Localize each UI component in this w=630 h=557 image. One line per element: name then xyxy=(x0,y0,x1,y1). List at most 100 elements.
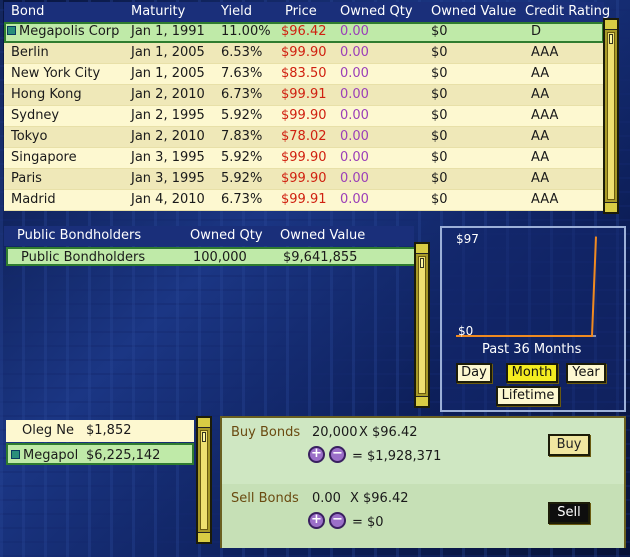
bond-yield: 5.92% xyxy=(221,171,263,186)
bond-credit-rating: AAA xyxy=(531,45,559,60)
bond-maturity: Jan 3, 1995 xyxy=(131,171,205,186)
scroll-track[interactable] xyxy=(200,430,208,530)
col-credit-rating[interactable]: Credit Rating xyxy=(525,4,610,19)
bond-owned-qty: 0.00 xyxy=(340,87,369,102)
buy-decrease-icon[interactable]: − xyxy=(329,446,346,463)
bond-price: $99.90 xyxy=(281,45,327,60)
col-price[interactable]: Price xyxy=(285,4,317,19)
col-maturity[interactable]: Maturity xyxy=(131,4,185,19)
sell-decrease-icon[interactable]: − xyxy=(329,512,346,529)
bond-row[interactable]: Hong Kong Jan 2, 2010 6.73% $99.91 0.00 $0 AA xyxy=(4,85,604,106)
bond-owned-value: $0 xyxy=(431,87,448,102)
bond-row[interactable]: Sydney Jan 2, 1995 5.92% $99.90 0.00 $0 AAA xyxy=(4,106,604,127)
col-owned-value[interactable]: Owned Value xyxy=(431,4,516,19)
bond-owned-value: $0 xyxy=(431,45,448,60)
bondholder-row[interactable]: Public Bondholders 100,000 $9,641,855 xyxy=(6,247,416,266)
bond-maturity: Jan 1, 2005 xyxy=(131,45,205,60)
bond-owned-qty: 0.00 xyxy=(340,24,369,39)
bond-name: Hong Kong xyxy=(11,87,82,102)
bond-row[interactable]: Megapolis Corp Jan 1, 1991 11.00% $96.42 0.0… xyxy=(4,22,604,43)
sell-section: Sell Bonds 0.00 X $96.42 + − = $0 Sell xyxy=(222,484,624,548)
bond-credit-rating: D xyxy=(531,24,542,39)
scroll-up-icon[interactable] xyxy=(416,244,428,254)
scroll-down-icon[interactable] xyxy=(416,396,428,406)
city-flag-icon xyxy=(11,450,20,459)
range-lifetime-button[interactable]: Lifetime xyxy=(496,386,560,406)
bond-owned-value: $0 xyxy=(431,192,448,207)
buy-price: $96.42 xyxy=(372,425,418,440)
scroll-down-icon[interactable] xyxy=(198,532,210,542)
holder-name: Public Bondholders xyxy=(21,250,146,265)
bond-maturity: Jan 1, 2005 xyxy=(131,66,205,81)
buy-qty: 20,000 xyxy=(312,425,358,440)
scroll-down-icon[interactable] xyxy=(605,202,617,212)
range-year-button[interactable]: Year xyxy=(566,363,606,383)
scroll-track[interactable] xyxy=(607,32,615,200)
bond-owned-qty: 0.00 xyxy=(340,66,369,81)
bond-yield: 5.92% xyxy=(221,108,263,123)
bond-yield: 5.92% xyxy=(221,150,263,165)
bond-price: $99.90 xyxy=(281,108,327,123)
bond-credit-rating: AAA xyxy=(531,192,559,207)
bond-row[interactable]: Paris Jan 3, 1995 5.92% $99.90 0.00 $0 AA xyxy=(4,169,604,190)
scroll-up-icon[interactable] xyxy=(605,20,617,30)
bond-table-scrollbar[interactable] xyxy=(603,18,619,214)
bond-credit-rating: AA xyxy=(531,171,550,186)
scroll-thumb[interactable] xyxy=(609,34,613,44)
bond-maturity: Jan 3, 1995 xyxy=(131,150,205,165)
bond-table: Bond Maturity Yield Price Owned Qty Owne… xyxy=(4,2,626,214)
col-bond[interactable]: Bond xyxy=(11,4,44,19)
col-owned-qty[interactable]: Owned Qty xyxy=(340,4,413,19)
bond-name: Sydney xyxy=(11,108,60,123)
range-day-button[interactable]: Day xyxy=(456,363,492,383)
chart-max-label: $97 xyxy=(456,232,479,246)
player-row-megapol[interactable]: Megapol $6,225,142 xyxy=(6,443,194,465)
bond-price: $99.90 xyxy=(281,150,327,165)
bond-yield: 11.00% xyxy=(221,24,271,39)
price-graph: $97 $0 Past 36 Months Day Month Year Lif… xyxy=(440,226,626,412)
bond-row[interactable]: Berlin Jan 1, 2005 6.53% $99.90 0.00 $0 AAA xyxy=(4,43,604,64)
bondholders-header: Public Bondholders Owned Qty Owned Value xyxy=(4,226,414,246)
scroll-up-icon[interactable] xyxy=(198,418,210,428)
scroll-thumb[interactable] xyxy=(420,258,424,268)
sell-qty: 0.00 xyxy=(312,491,341,506)
player-name: Oleg Ne xyxy=(22,423,74,438)
bond-price: $99.91 xyxy=(281,192,327,207)
bond-yield: 6.73% xyxy=(221,192,263,207)
bond-owned-qty: 0.00 xyxy=(340,171,369,186)
bond-credit-rating: AAA xyxy=(531,108,559,123)
bondholders-list: Public Bondholders Owned Qty Owned Value… xyxy=(4,226,432,408)
buy-button[interactable]: Buy xyxy=(548,434,590,456)
player-row-oleg[interactable]: Oleg Ne $1,852 xyxy=(6,420,194,442)
bond-owned-qty: 0.00 xyxy=(340,150,369,165)
scroll-track[interactable] xyxy=(418,256,426,394)
buy-increase-icon[interactable]: + xyxy=(308,446,325,463)
bond-maturity: Jan 2, 2010 xyxy=(131,129,205,144)
bond-yield: 6.73% xyxy=(221,87,263,102)
sell-button[interactable]: Sell xyxy=(548,502,590,524)
player-amount: $1,852 xyxy=(86,423,132,438)
buy-x: X xyxy=(359,425,368,440)
bond-name: Paris xyxy=(11,171,42,186)
bond-credit-rating: AA xyxy=(531,87,550,102)
bond-row[interactable]: Tokyo Jan 2, 2010 7.83% $78.02 0.00 $0 AA xyxy=(4,127,604,148)
player-list-scrollbar[interactable] xyxy=(196,416,212,544)
scroll-thumb[interactable] xyxy=(202,432,206,442)
bond-rows: Megapolis Corp Jan 1, 1991 11.00% $96.42 0.0… xyxy=(4,22,604,211)
col-yield[interactable]: Yield xyxy=(221,4,252,19)
sell-price: $96.42 xyxy=(363,491,409,506)
trade-panel: Buy Bonds 20,000 X $96.42 + − = $1,928,3… xyxy=(220,416,626,548)
bond-name: Berlin xyxy=(11,45,49,60)
range-month-button[interactable]: Month xyxy=(506,363,558,383)
bond-owned-qty: 0.00 xyxy=(340,108,369,123)
bondholders-scrollbar[interactable] xyxy=(414,242,430,408)
col-holder-value: Owned Value xyxy=(280,228,366,243)
sell-increase-icon[interactable]: + xyxy=(308,512,325,529)
bond-row[interactable]: Singapore Jan 3, 1995 5.92% $99.90 0.00 $0 AA xyxy=(4,148,604,169)
player-name: Megapol xyxy=(11,448,78,463)
bond-row[interactable]: Madrid Jan 4, 2010 6.73% $99.91 0.00 $0 AAA xyxy=(4,190,604,211)
bond-price: $99.90 xyxy=(281,171,327,186)
bond-name: Madrid xyxy=(11,192,56,207)
bond-price: $99.91 xyxy=(281,87,327,102)
bond-row[interactable]: New York City Jan 1, 2005 7.63% $83.50 0.00 $… xyxy=(4,64,604,85)
